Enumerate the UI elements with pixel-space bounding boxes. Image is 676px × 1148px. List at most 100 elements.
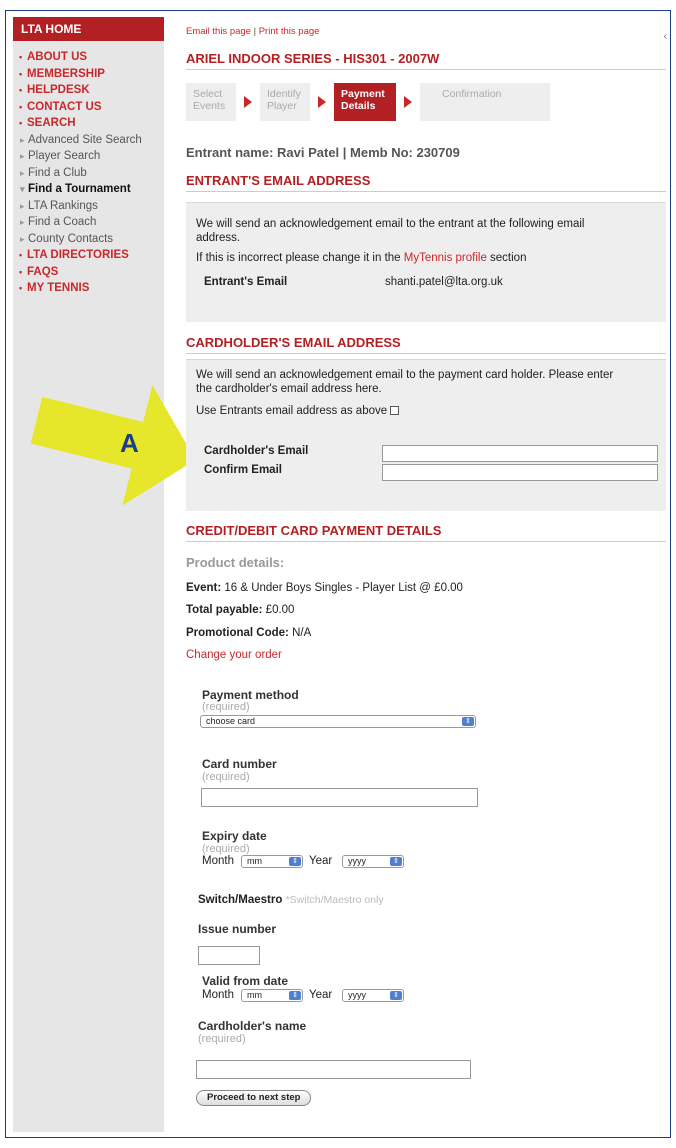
sidebar-item-label: HELPDESK: [27, 84, 90, 96]
bullet-icon: •: [19, 101, 23, 112]
sidebar-nav: • ABOUT US • MEMBERSHIP • HELPDESK • CONTACT US…: [13, 41, 164, 297]
sidebar-item-label: MY TENNIS: [27, 282, 90, 294]
cardholder-email-field[interactable]: [382, 445, 658, 462]
sidebar-item[interactable]: • LTA DIRECTORIES: [13, 247, 164, 264]
top-right-mark: ‹: [663, 31, 667, 42]
expiry-month-select[interactable]: mm ⇕: [241, 855, 303, 868]
step-payment-details: Payment Details: [334, 83, 396, 121]
entrant-email-text: address.: [196, 232, 241, 244]
step-select-events[interactable]: Select Events: [186, 83, 236, 121]
step-identify-player[interactable]: Identify Player: [260, 83, 310, 121]
expiry-year-select[interactable]: yyyy ⇕: [342, 855, 404, 868]
cardholder-name-field[interactable]: [196, 1060, 471, 1079]
entrant-email-panel: We will send an acknowledgement email to…: [186, 202, 666, 322]
entrant-email-change-text: If this is incorrect please change it in…: [196, 252, 527, 264]
triangle-right-icon: ▸: [20, 200, 25, 211]
cardholder-name-label: Cardholder's name: [198, 1019, 307, 1033]
step-arrow-icon: [318, 96, 326, 108]
sidebar-item-label: LTA Rankings: [28, 199, 98, 212]
sidebar-item[interactable]: ▸ Player Search: [13, 148, 164, 165]
bullet-icon: •: [19, 85, 23, 95]
sidebar-item[interactable]: • ABOUT US: [13, 49, 164, 66]
triangle-right-icon: ▸: [20, 151, 25, 161]
divider: [186, 69, 666, 70]
expiry-month-label: Month: [202, 855, 234, 867]
bullet-icon: •: [19, 118, 23, 128]
product-details-heading: Product details:: [186, 555, 285, 570]
step-confirmation: Confirmation: [420, 83, 550, 121]
sidebar-item-label: Advanced Site Search: [28, 133, 142, 146]
sidebar-item[interactable]: • SEARCH: [13, 115, 164, 132]
card-number-field[interactable]: [201, 788, 478, 807]
entrant-info: Entrant name: Ravi Patel | Memb No: 2307…: [186, 145, 460, 160]
sidebar-item-label: LTA DIRECTORIES: [27, 249, 129, 261]
cardholder-email-label: Cardholder's Email: [204, 445, 309, 457]
payment-method-label: Payment method: [202, 688, 299, 702]
use-entrant-email-checkbox[interactable]: [390, 406, 400, 416]
sidebar-item-label: County Contacts: [28, 232, 114, 245]
sidebar-item[interactable]: ▸ Advanced Site Search: [13, 132, 164, 149]
sidebar-item-label: FAQS: [27, 265, 59, 278]
select-arrows-icon: ⇕: [462, 717, 474, 726]
entrant-email-text: We will send an acknowledgement email to…: [196, 218, 585, 230]
change-order-link[interactable]: Change your order: [186, 648, 282, 662]
sidebar-item-label: Find a Coach: [28, 216, 97, 228]
bullet-icon: •: [19, 283, 23, 293]
sidebar-item-label: ABOUT US: [27, 51, 88, 63]
sidebar-item[interactable]: ▾ Find a Tournament: [13, 181, 164, 198]
sidebar-item-label: Find a Club: [28, 166, 87, 179]
bullet-icon: •: [19, 266, 23, 277]
total-payable-row: Total payable: £0.00: [186, 604, 295, 616]
confirm-email-field[interactable]: [382, 464, 658, 481]
bullet-icon: •: [19, 68, 23, 79]
triangle-right-icon: ▸: [20, 233, 25, 244]
progress-steps: Select Events Identify Player Payment Detai…: [186, 83, 556, 121]
sidebar-item[interactable]: ▸ Find a Club: [13, 165, 164, 182]
cardholder-email-text: the cardholder's email address here.: [196, 383, 382, 395]
sidebar-item[interactable]: • FAQS: [13, 264, 164, 281]
expiry-date-label: Expiry date: [202, 829, 267, 843]
valid-from-label: Valid from date: [202, 974, 289, 988]
select-arrows-icon: ⇕: [289, 857, 301, 866]
valid-year-label: Year: [309, 989, 333, 1001]
divider: [186, 353, 666, 354]
event-row: Event: 16 & Under Boys Singles - Player …: [186, 582, 463, 594]
sidebar-item[interactable]: • MEMBERSHIP: [13, 66, 164, 83]
callout-arrow: A: [30, 385, 196, 506]
valid-month-select[interactable]: mm ⇕: [241, 989, 303, 1002]
sidebar-item-label: CONTACT US: [27, 100, 102, 113]
valid-month-label: Month: [202, 989, 234, 1001]
cardholder-email-heading: CARDHOLDER'S EMAIL ADDRESS: [186, 335, 401, 350]
sidebar-item-label: SEARCH: [27, 117, 76, 129]
divider: [186, 541, 666, 542]
sidebar-item[interactable]: • HELPDESK: [13, 82, 164, 99]
sidebar-home-link[interactable]: LTA HOME: [13, 17, 164, 41]
page-title: ARIEL INDOOR SERIES - HIS301 - 2007W: [186, 51, 440, 66]
valid-year-select[interactable]: yyyy ⇕: [342, 989, 404, 1002]
sidebar-item[interactable]: • MY TENNIS: [13, 280, 164, 297]
sidebar-item[interactable]: ▸ County Contacts: [13, 231, 164, 248]
sidebar-item[interactable]: ▸ Find a Coach: [13, 214, 164, 231]
print-page-link[interactable]: Print this page: [259, 26, 320, 37]
step-arrow-icon: [244, 96, 252, 108]
triangle-right-icon: ▸: [20, 134, 25, 145]
bullet-icon: •: [19, 52, 23, 62]
issue-number-label: Issue number: [198, 922, 277, 936]
required-hint: (required): [202, 701, 250, 713]
card-number-label: Card number: [202, 757, 277, 771]
sidebar-item[interactable]: • CONTACT US: [13, 99, 164, 116]
bullet-icon: •: [19, 250, 23, 260]
proceed-button[interactable]: Proceed to next step: [196, 1090, 312, 1106]
mytennis-profile-link[interactable]: MyTennis profile: [404, 252, 487, 264]
issue-number-field[interactable]: [198, 946, 260, 965]
select-arrows-icon: ⇕: [390, 991, 402, 1000]
select-arrows-icon: ⇕: [390, 857, 402, 866]
step-arrow-icon: [404, 96, 412, 108]
sidebar-item[interactable]: ▸ LTA Rankings: [13, 198, 164, 215]
confirm-email-label: Confirm Email: [204, 464, 282, 476]
sidebar: LTA HOME • ABOUT US • MEMBERSHIP • HELPDESK • C…: [13, 17, 164, 1132]
switch-maestro-row: Switch/Maestro *Switch/Maestro only: [198, 894, 384, 906]
payment-method-select[interactable]: choose card ⇕: [200, 715, 476, 728]
email-page-link[interactable]: Email this page: [186, 26, 251, 37]
required-hint: (required): [198, 1033, 246, 1045]
